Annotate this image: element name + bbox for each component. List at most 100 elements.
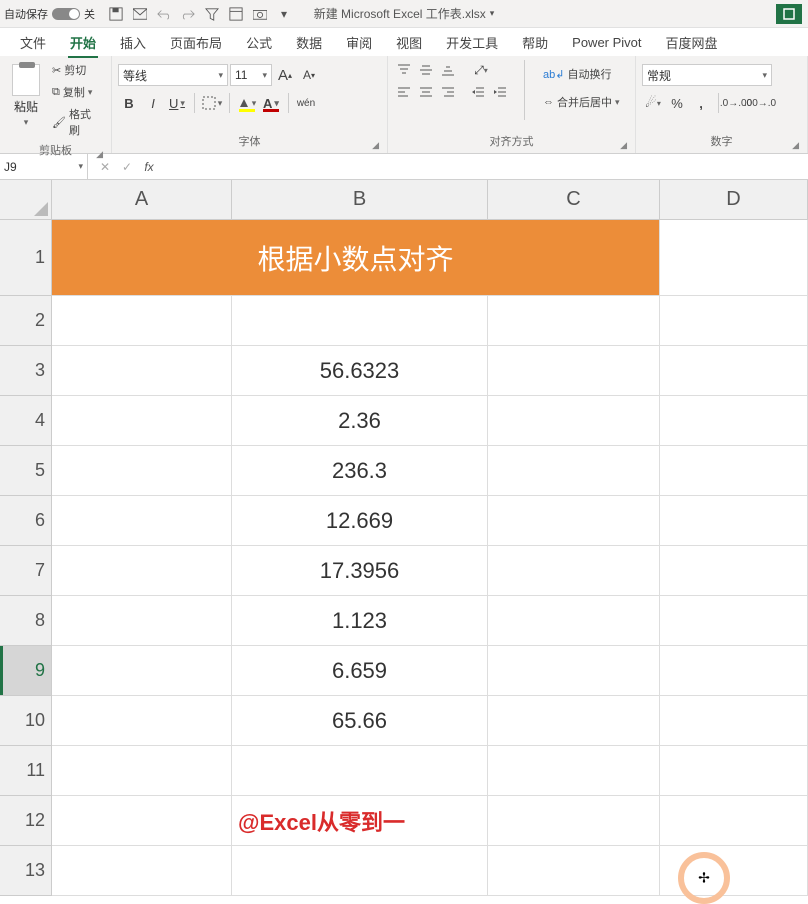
cell[interactable] [488, 296, 660, 346]
italic-button[interactable]: I [142, 92, 164, 114]
cell[interactable] [488, 596, 660, 646]
row-header[interactable]: 9 [0, 646, 52, 696]
cell[interactable] [232, 846, 488, 896]
cell[interactable] [52, 796, 232, 846]
tab-review[interactable]: 审阅 [334, 27, 384, 58]
email-icon[interactable] [131, 5, 149, 23]
save-icon[interactable] [107, 5, 125, 23]
cell[interactable] [52, 596, 232, 646]
enter-icon[interactable]: ✓ [118, 160, 136, 174]
tab-help[interactable]: 帮助 [510, 27, 560, 58]
tab-insert[interactable]: 插入 [108, 27, 158, 58]
font-name-combo[interactable]: 等线▾ [118, 64, 228, 86]
cell[interactable] [660, 496, 808, 546]
cell[interactable] [660, 220, 808, 296]
cell[interactable] [232, 296, 488, 346]
column-header-b[interactable]: B [232, 180, 488, 220]
tab-data[interactable]: 数据 [284, 27, 334, 58]
tab-power-pivot[interactable]: Power Pivot [560, 29, 653, 56]
font-color-button[interactable]: A▾ [260, 92, 282, 114]
align-middle-button[interactable] [416, 60, 436, 80]
cell[interactable] [52, 846, 232, 896]
paste-button[interactable]: 粘贴 ▾ [6, 60, 46, 140]
row-header[interactable]: 1 [0, 220, 52, 296]
formula-input[interactable] [166, 154, 808, 179]
column-header-a[interactable]: A [52, 180, 232, 220]
cell[interactable] [52, 296, 232, 346]
qat-more-icon[interactable]: ▾ [275, 5, 293, 23]
underline-button[interactable]: U▾ [166, 92, 188, 114]
launcher-icon[interactable]: ◢ [620, 140, 627, 151]
decrease-font-button[interactable]: A▾ [298, 64, 320, 86]
format-painter-button[interactable]: 🖌格式刷 [48, 104, 105, 140]
increase-font-button[interactable]: A▴ [274, 64, 296, 86]
banner-cell[interactable]: 根据小数点对齐 [52, 220, 660, 296]
row-header[interactable]: 6 [0, 496, 52, 546]
cell[interactable] [660, 546, 808, 596]
row-header[interactable]: 8 [0, 596, 52, 646]
cell[interactable] [488, 696, 660, 746]
cell[interactable] [52, 696, 232, 746]
accounting-format-button[interactable]: ☄▾ [642, 92, 664, 114]
cell[interactable] [660, 746, 808, 796]
column-header-d[interactable]: D [660, 180, 808, 220]
decrease-indent-button[interactable] [468, 82, 488, 102]
cell[interactable] [660, 846, 808, 896]
cell[interactable] [52, 396, 232, 446]
tab-developer[interactable]: 开发工具 [434, 27, 510, 58]
row-header[interactable]: 4 [0, 396, 52, 446]
tab-baidu[interactable]: 百度网盘 [654, 27, 730, 58]
launcher-icon[interactable]: ◢ [792, 140, 799, 151]
undo-icon[interactable] [155, 5, 173, 23]
align-left-button[interactable] [394, 82, 414, 102]
cell[interactable] [488, 496, 660, 546]
fx-icon[interactable]: fx [140, 160, 158, 174]
cell[interactable] [660, 646, 808, 696]
cell[interactable]: 65.66 [232, 696, 488, 746]
cell[interactable] [488, 646, 660, 696]
cell[interactable] [660, 346, 808, 396]
align-bottom-button[interactable] [438, 60, 458, 80]
row-header[interactable]: 3 [0, 346, 52, 396]
percent-button[interactable]: % [666, 92, 688, 114]
form-icon[interactable] [227, 5, 245, 23]
cell[interactable] [660, 596, 808, 646]
row-header[interactable]: 12 [0, 796, 52, 846]
toggle-switch[interactable] [52, 8, 80, 20]
row-header[interactable]: 13 [0, 846, 52, 896]
number-format-combo[interactable]: 常规▾ [642, 64, 772, 86]
pinyin-guide-button[interactable]: wén [295, 92, 317, 114]
increase-indent-button[interactable] [490, 82, 510, 102]
cell[interactable] [488, 446, 660, 496]
autosave-toggle[interactable]: 自动保存 关 [4, 6, 95, 22]
cell[interactable] [660, 446, 808, 496]
tab-file[interactable]: 文件 [8, 27, 58, 58]
cell[interactable]: 17.3956 [232, 546, 488, 596]
cell[interactable] [660, 296, 808, 346]
font-size-combo[interactable]: 11▾ [230, 64, 272, 86]
align-center-button[interactable] [416, 82, 436, 102]
tab-view[interactable]: 视图 [384, 27, 434, 58]
redo-icon[interactable] [179, 5, 197, 23]
wrap-text-button[interactable]: ab↲自动换行 [539, 64, 624, 84]
border-button[interactable]: ▾ [201, 92, 223, 114]
column-header-c[interactable]: C [488, 180, 660, 220]
cell[interactable] [488, 796, 660, 846]
cell[interactable] [52, 346, 232, 396]
name-box-dropdown-icon[interactable]: ▾ [78, 161, 83, 172]
cell[interactable]: 12.669 [232, 496, 488, 546]
filter-icon[interactable] [203, 5, 221, 23]
launcher-icon[interactable]: ◢ [96, 149, 103, 160]
tab-formulas[interactable]: 公式 [234, 27, 284, 58]
window-maximize-button[interactable] [776, 4, 802, 24]
tab-home[interactable]: 开始 [58, 27, 108, 58]
fill-color-button[interactable]: ▾ [236, 92, 258, 114]
bold-button[interactable]: B [118, 92, 140, 114]
cell[interactable]: 6.659 [232, 646, 488, 696]
cell[interactable]: 1.123 [232, 596, 488, 646]
row-header[interactable]: 7 [0, 546, 52, 596]
cell[interactable]: 236.3 [232, 446, 488, 496]
cell[interactable] [232, 746, 488, 796]
cell[interactable] [52, 646, 232, 696]
row-header[interactable]: 10 [0, 696, 52, 746]
